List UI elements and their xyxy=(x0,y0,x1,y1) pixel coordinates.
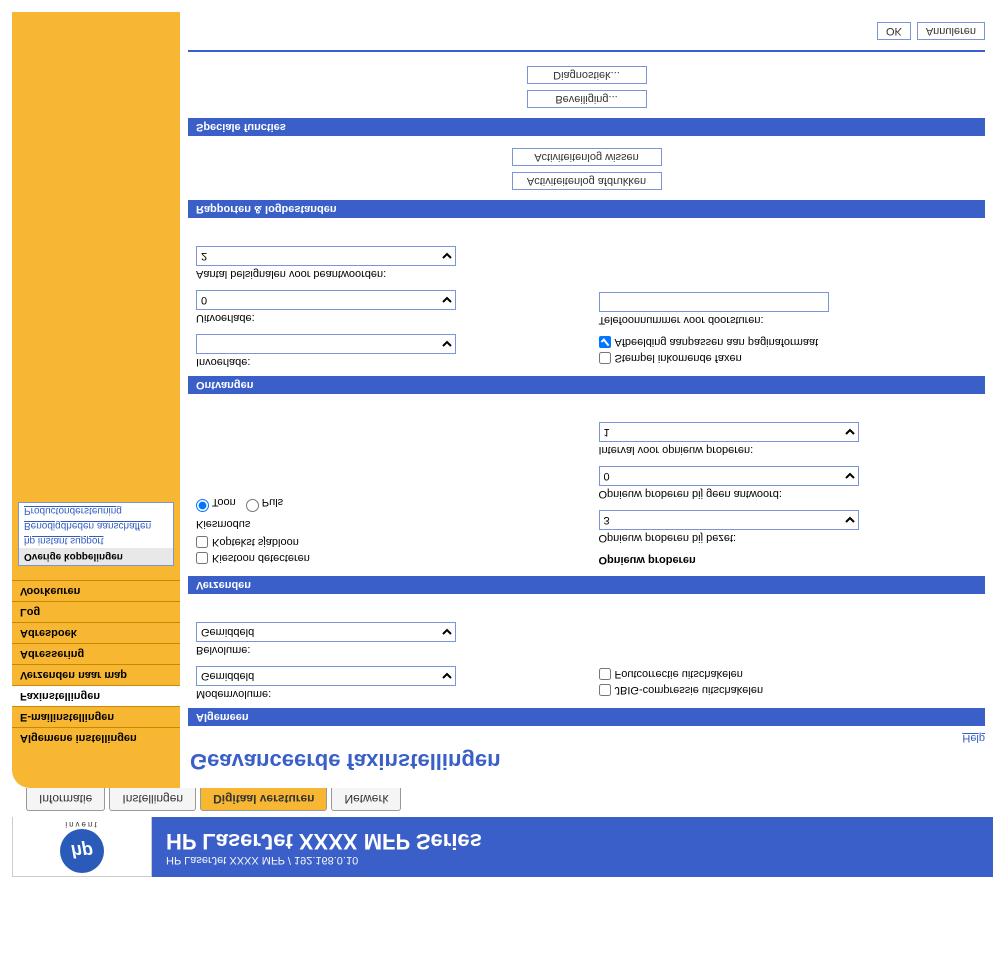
invoerlade-select[interactable] xyxy=(196,334,456,354)
retry-noanswer-select[interactable]: 0 xyxy=(599,466,859,486)
tab-strip: Informatie Instellingen Digitaal verstur… xyxy=(12,788,993,817)
stempel-checkbox[interactable] xyxy=(599,352,611,364)
main-panel: Geavanceerde faxinstellingen Help Algeme… xyxy=(180,12,993,788)
footer-divider xyxy=(188,50,985,52)
section-speciaal-header: Speciale functies xyxy=(188,118,985,136)
stempel-label: Stempel inkomende faxen xyxy=(615,352,742,364)
uitvoerlade-select[interactable]: 0 xyxy=(196,290,456,310)
rings-label: Aantal belsignalen voor beantwoorden: xyxy=(196,268,575,280)
invoerlade-label: Invoerlade: xyxy=(196,356,575,368)
jbig-checkbox-row[interactable]: JBIG-compressie uitschakelen xyxy=(599,684,978,696)
section-verzenden-header: Verzenden xyxy=(188,576,985,594)
kiestoon-checkbox-row[interactable]: Kiestoon detecteren xyxy=(196,552,575,564)
rings-select[interactable]: 2 xyxy=(196,246,456,266)
toon-radio[interactable] xyxy=(196,499,209,512)
kiestoon-label: Kiestoon detecteren xyxy=(212,552,310,564)
ok-button[interactable]: OK xyxy=(877,22,911,40)
hp-logo-icon: hp xyxy=(60,829,104,873)
link-supplies[interactable]: Benodigdheden aanschaffen xyxy=(19,518,173,533)
uitvoerlade-label: Uitvoerlade: xyxy=(196,312,575,324)
forward-number-label: Telefoonnummer voor doorsturen: xyxy=(599,314,978,326)
retry-interval-label: Interval voor opnieuw proberen: xyxy=(599,444,978,456)
retry-interval-select[interactable]: 1 xyxy=(599,422,859,442)
link-product-support[interactable]: Productondersteuning xyxy=(19,503,173,518)
belvolume-select[interactable]: Gemiddeld xyxy=(196,622,456,642)
retry-busy-label: Opnieuw proberen bij bezet: xyxy=(599,532,978,544)
cancel-button[interactable]: Annuleren xyxy=(917,22,985,40)
puls-label: Puls xyxy=(262,496,283,508)
logo-box: hp invent xyxy=(12,817,152,877)
other-links-box: Overige koppelingen hp instant support B… xyxy=(18,502,174,566)
security-button[interactable]: Beveiliging... xyxy=(527,90,647,108)
koptekst-checkbox[interactable] xyxy=(196,536,208,548)
jbig-label: JBIG-compressie uitschakelen xyxy=(615,684,764,696)
belvolume-label: Belvolume: xyxy=(196,644,575,656)
foutcorrectie-checkbox-row[interactable]: Foutcorrectie uitschakelen xyxy=(599,668,978,680)
stempel-checkbox-row[interactable]: Stempel inkomende faxen xyxy=(599,352,978,364)
section-algemeen-header: Algemeen xyxy=(188,708,985,726)
retry-noanswer-label: Opnieuw proberen bij geen antwoord: xyxy=(599,488,978,500)
sidebar-item-adresboek[interactable]: Adresboek xyxy=(12,622,180,643)
link-instant-support[interactable]: hp instant support xyxy=(19,533,173,548)
header-title: HP LaserJet XXXX MFP Series xyxy=(166,828,993,854)
foutcorrectie-label: Foutcorrectie uitschakelen xyxy=(615,668,743,680)
print-activity-log-button[interactable]: Activiteitenlog afdrukken xyxy=(512,172,662,190)
logo-subtext: invent xyxy=(65,820,98,829)
other-links-header: Overige koppelingen xyxy=(19,548,173,565)
sidebar: Algemene instellingen E-mailinstellingen… xyxy=(12,12,180,788)
sidebar-item-adressering[interactable]: Adressering xyxy=(12,643,180,664)
section-ontvangen-header: Ontvangen xyxy=(188,376,985,394)
koptekst-checkbox-row[interactable]: Koptekst sjabloon xyxy=(196,536,575,548)
modemvolume-label: Modemvolume: xyxy=(196,688,575,700)
help-link[interactable]: Help xyxy=(962,732,985,744)
sidebar-item-voorkeuren[interactable]: Voorkeuren xyxy=(12,580,180,601)
retry-busy-select[interactable]: 3 xyxy=(599,510,859,530)
tab-netwerk[interactable]: Netwerk xyxy=(331,788,401,811)
puls-radio[interactable] xyxy=(246,499,259,512)
header-banner: HP LaserJet XXXX MFP / 192.168.0.10 HP L… xyxy=(152,817,993,877)
retry-heading: Opnieuw proberen xyxy=(599,554,978,566)
sidebar-item-email[interactable]: E-mailinstellingen xyxy=(12,706,180,727)
toon-label: Toon xyxy=(212,496,236,508)
header-subtitle: HP LaserJet XXXX MFP / 192.168.0.10 xyxy=(166,854,993,866)
diagnostics-button[interactable]: Diagnostiek... xyxy=(527,66,647,84)
foutcorrectie-checkbox[interactable] xyxy=(599,668,611,680)
aanpassen-checkbox[interactable] xyxy=(599,336,611,348)
sidebar-item-algemene[interactable]: Algemene instellingen xyxy=(12,727,180,748)
aanpassen-checkbox-row[interactable]: Afbeelding aanpassen aan paginaformaat xyxy=(599,336,978,348)
toon-radio-row[interactable]: Toon xyxy=(196,496,236,512)
kiestoon-checkbox[interactable] xyxy=(196,552,208,564)
sidebar-item-log[interactable]: Log xyxy=(12,601,180,622)
sidebar-item-fax[interactable]: Faxinstellingen xyxy=(12,685,180,706)
kiesmodus-label: Kiesmodus xyxy=(196,518,575,530)
forward-number-input[interactable] xyxy=(599,292,829,312)
tab-informatie[interactable]: Informatie xyxy=(26,788,105,811)
modemvolume-select[interactable]: Gemiddeld xyxy=(196,666,456,686)
tab-instellingen[interactable]: Instellingen xyxy=(109,788,196,811)
jbig-checkbox[interactable] xyxy=(599,684,611,696)
aanpassen-label: Afbeelding aanpassen aan paginaformaat xyxy=(615,336,819,348)
page-title: Geavanceerde faxinstellingen xyxy=(188,746,985,778)
koptekst-label: Koptekst sjabloon xyxy=(212,536,299,548)
clear-activity-log-button[interactable]: Activiteitenlog wissen xyxy=(512,148,662,166)
sidebar-item-map[interactable]: Verzenden naar map xyxy=(12,664,180,685)
tab-digitaal-versturen[interactable]: Digitaal versturen xyxy=(200,788,327,811)
section-rapporten-header: Rapporten & logbestanden xyxy=(188,200,985,218)
puls-radio-row[interactable]: Puls xyxy=(246,496,283,512)
